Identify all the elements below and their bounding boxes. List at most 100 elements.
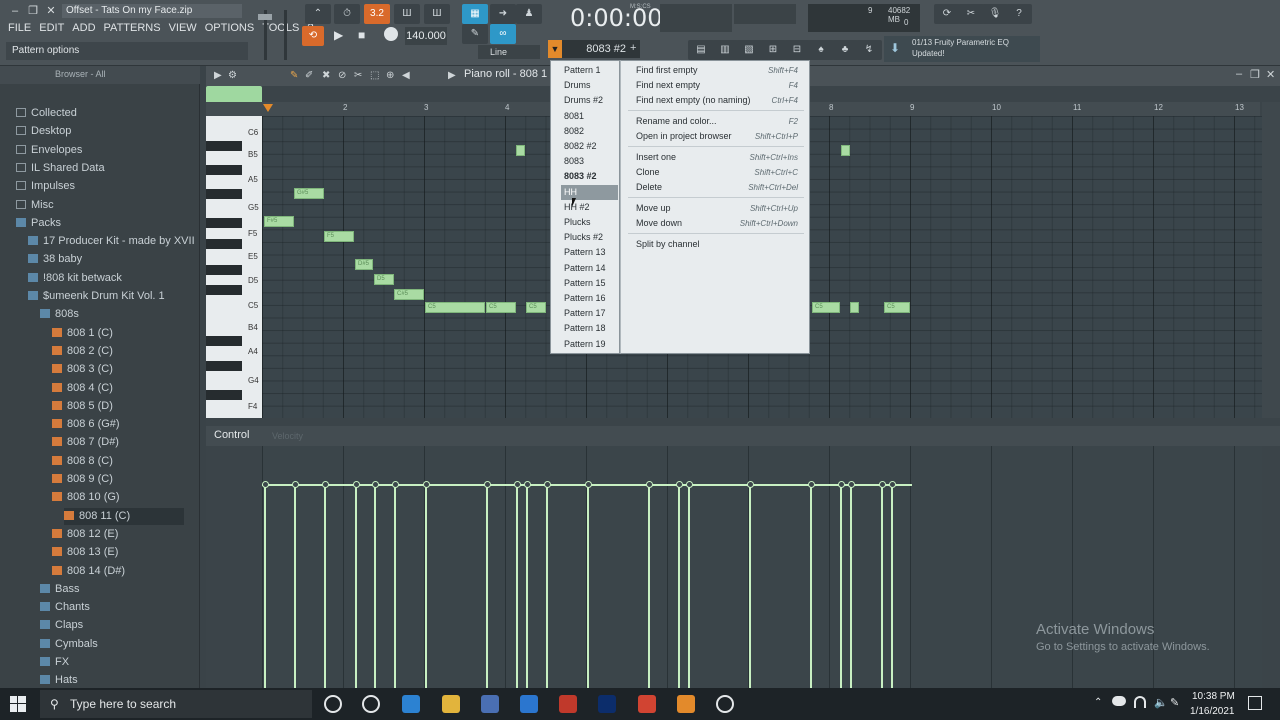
- velocity-bar[interactable]: [516, 484, 518, 688]
- render-icon[interactable]: ↯: [856, 40, 882, 60]
- black-key[interactable]: [206, 141, 242, 151]
- blend-notes-icon[interactable]: Ш: [424, 4, 450, 24]
- velocity-bar[interactable]: [810, 484, 812, 688]
- media-app-icon[interactable]: [559, 695, 577, 713]
- piano-roll-maximize-icon[interactable]: ❐: [1250, 68, 1260, 81]
- note-block[interactable]: F5: [324, 231, 354, 242]
- menu-options[interactable]: OPTIONS: [205, 22, 255, 38]
- browser-item[interactable]: 808 7 (D#): [52, 434, 119, 451]
- velocity-bar[interactable]: [688, 484, 690, 688]
- velocity-handle[interactable]: [838, 481, 845, 488]
- mic-icon[interactable]: 🎙: [982, 4, 1008, 24]
- pattern-menu-item[interactable]: Pattern 14: [564, 261, 618, 276]
- velocity-bar[interactable]: [264, 484, 266, 688]
- velocity-bar[interactable]: [881, 484, 883, 688]
- pattern-menu-item[interactable]: HH: [561, 184, 618, 200]
- slice-tool-icon[interactable]: ✂: [354, 70, 362, 81]
- mute-tool-icon[interactable]: ⊘: [338, 70, 346, 81]
- clock-time[interactable]: 10:38 PM: [1192, 691, 1235, 702]
- edge-icon[interactable]: [402, 695, 420, 713]
- pattern-option-item[interactable]: Rename and color... F2: [636, 114, 806, 129]
- pen-icon[interactable]: ✎: [1170, 696, 1179, 709]
- close-icon[interactable]: ✕: [44, 4, 58, 18]
- browser-item[interactable]: Packs: [16, 215, 61, 232]
- pattern-menu-item[interactable]: 8081: [564, 109, 618, 124]
- pattern-menu-item[interactable]: Drums #2: [564, 93, 618, 108]
- chrome-icon[interactable]: [638, 695, 656, 713]
- browser-item[interactable]: 808 4 (C): [52, 380, 113, 397]
- velocity-bar[interactable]: [587, 484, 589, 688]
- channel-rack-view-icon[interactable]: ▧: [736, 40, 762, 60]
- black-key[interactable]: [206, 165, 242, 175]
- piano-roll-close-icon[interactable]: ✕: [1266, 68, 1275, 81]
- note-block[interactable]: [841, 145, 850, 156]
- browser-item[interactable]: Claps: [40, 617, 83, 634]
- settings-icon[interactable]: [716, 695, 734, 713]
- velocity-bar[interactable]: [850, 484, 852, 688]
- velocity-handle[interactable]: [353, 481, 360, 488]
- velocity-bar[interactable]: [425, 484, 427, 688]
- plugin-picker-icon[interactable]: ♠: [808, 40, 834, 60]
- browser-item[interactable]: Impulses: [16, 178, 75, 195]
- channel-rack-icon[interactable]: ➜: [490, 4, 516, 24]
- black-key[interactable]: [206, 218, 242, 228]
- velocity-handle[interactable]: [322, 481, 329, 488]
- record-icon[interactable]: [384, 27, 398, 41]
- note-block[interactable]: D5: [374, 274, 394, 285]
- tempo-display[interactable]: 140.000: [405, 27, 447, 45]
- velocity-handle[interactable]: [889, 481, 896, 488]
- velocity-bar[interactable]: [546, 484, 548, 688]
- black-key[interactable]: [206, 361, 242, 371]
- browser-item[interactable]: 808 3 (C): [52, 361, 113, 378]
- browser-item[interactable]: Collected: [16, 105, 77, 122]
- pattern-option-item[interactable]: Move down Shift+Ctrl+Down: [636, 216, 806, 231]
- piano-roll-scrollbar[interactable]: [1262, 102, 1280, 418]
- velocity-bar[interactable]: [394, 484, 396, 688]
- typing-keyboard-icon[interactable]: ⌃: [305, 4, 331, 24]
- windows-start-icon[interactable]: [10, 696, 26, 712]
- mixer-view-icon[interactable]: ⊞: [760, 40, 786, 60]
- pattern-menu-arrow[interactable]: ▼: [548, 40, 562, 58]
- touch-keyboard-icon[interactable]: ♣: [832, 40, 858, 60]
- note-block[interactable]: C5: [812, 302, 840, 313]
- piano-roll-menu-arrow[interactable]: ▶: [214, 70, 222, 81]
- browser-item[interactable]: 808 10 (G): [52, 489, 120, 506]
- mixer-icon[interactable]: ♟: [516, 4, 542, 24]
- browser-item[interactable]: 808 9 (C): [52, 471, 113, 488]
- pattern-menu-item[interactable]: 8083: [564, 154, 618, 169]
- file-explorer-icon[interactable]: [442, 695, 460, 713]
- velocity-handle[interactable]: [262, 481, 269, 488]
- paint-tool-icon[interactable]: ✐: [305, 70, 313, 81]
- velocity-bar[interactable]: [891, 484, 893, 688]
- pattern-menu-item[interactable]: Plucks: [564, 215, 618, 230]
- pattern-menu-item[interactable]: 8082: [564, 124, 618, 139]
- browser-item[interactable]: Hats: [40, 672, 78, 689]
- velocity-handle[interactable]: [524, 481, 531, 488]
- velocity-handle[interactable]: [808, 481, 815, 488]
- zoom-tool-icon[interactable]: ⊕: [386, 70, 394, 81]
- step-edit-icon[interactable]: Ш: [394, 4, 420, 24]
- pattern-menu-item[interactable]: Pattern 13: [564, 245, 618, 260]
- black-key[interactable]: [206, 239, 242, 249]
- browser-item[interactable]: Envelopes: [16, 142, 82, 159]
- black-key[interactable]: [206, 336, 242, 346]
- menu-add[interactable]: ADD: [72, 22, 95, 38]
- note-block[interactable]: C5: [526, 302, 546, 313]
- pattern-selector-label[interactable]: 8083 #2: [566, 40, 626, 58]
- velocity-handle[interactable]: [292, 481, 299, 488]
- snap-selector[interactable]: Line: [478, 45, 540, 59]
- black-key[interactable]: [206, 390, 242, 400]
- mail-icon[interactable]: [520, 695, 538, 713]
- magnet-snap-icon[interactable]: ✎: [462, 24, 488, 44]
- note-block[interactable]: C#5: [394, 289, 424, 300]
- velocity-handle[interactable]: [392, 481, 399, 488]
- menu-patterns[interactable]: PATTERNS: [104, 22, 161, 38]
- velocity-bar[interactable]: [486, 484, 488, 688]
- pattern-option-item[interactable]: Open in project browser Shift+Ctrl+P: [636, 129, 806, 144]
- note-block[interactable]: C5: [884, 302, 910, 313]
- volume-icon[interactable]: 🔈: [1154, 696, 1168, 709]
- note-block[interactable]: G#5: [294, 188, 324, 199]
- master-volume-handle[interactable]: [258, 14, 272, 20]
- velocity-handle[interactable]: [848, 481, 855, 488]
- browser-item[interactable]: 808s: [40, 306, 79, 323]
